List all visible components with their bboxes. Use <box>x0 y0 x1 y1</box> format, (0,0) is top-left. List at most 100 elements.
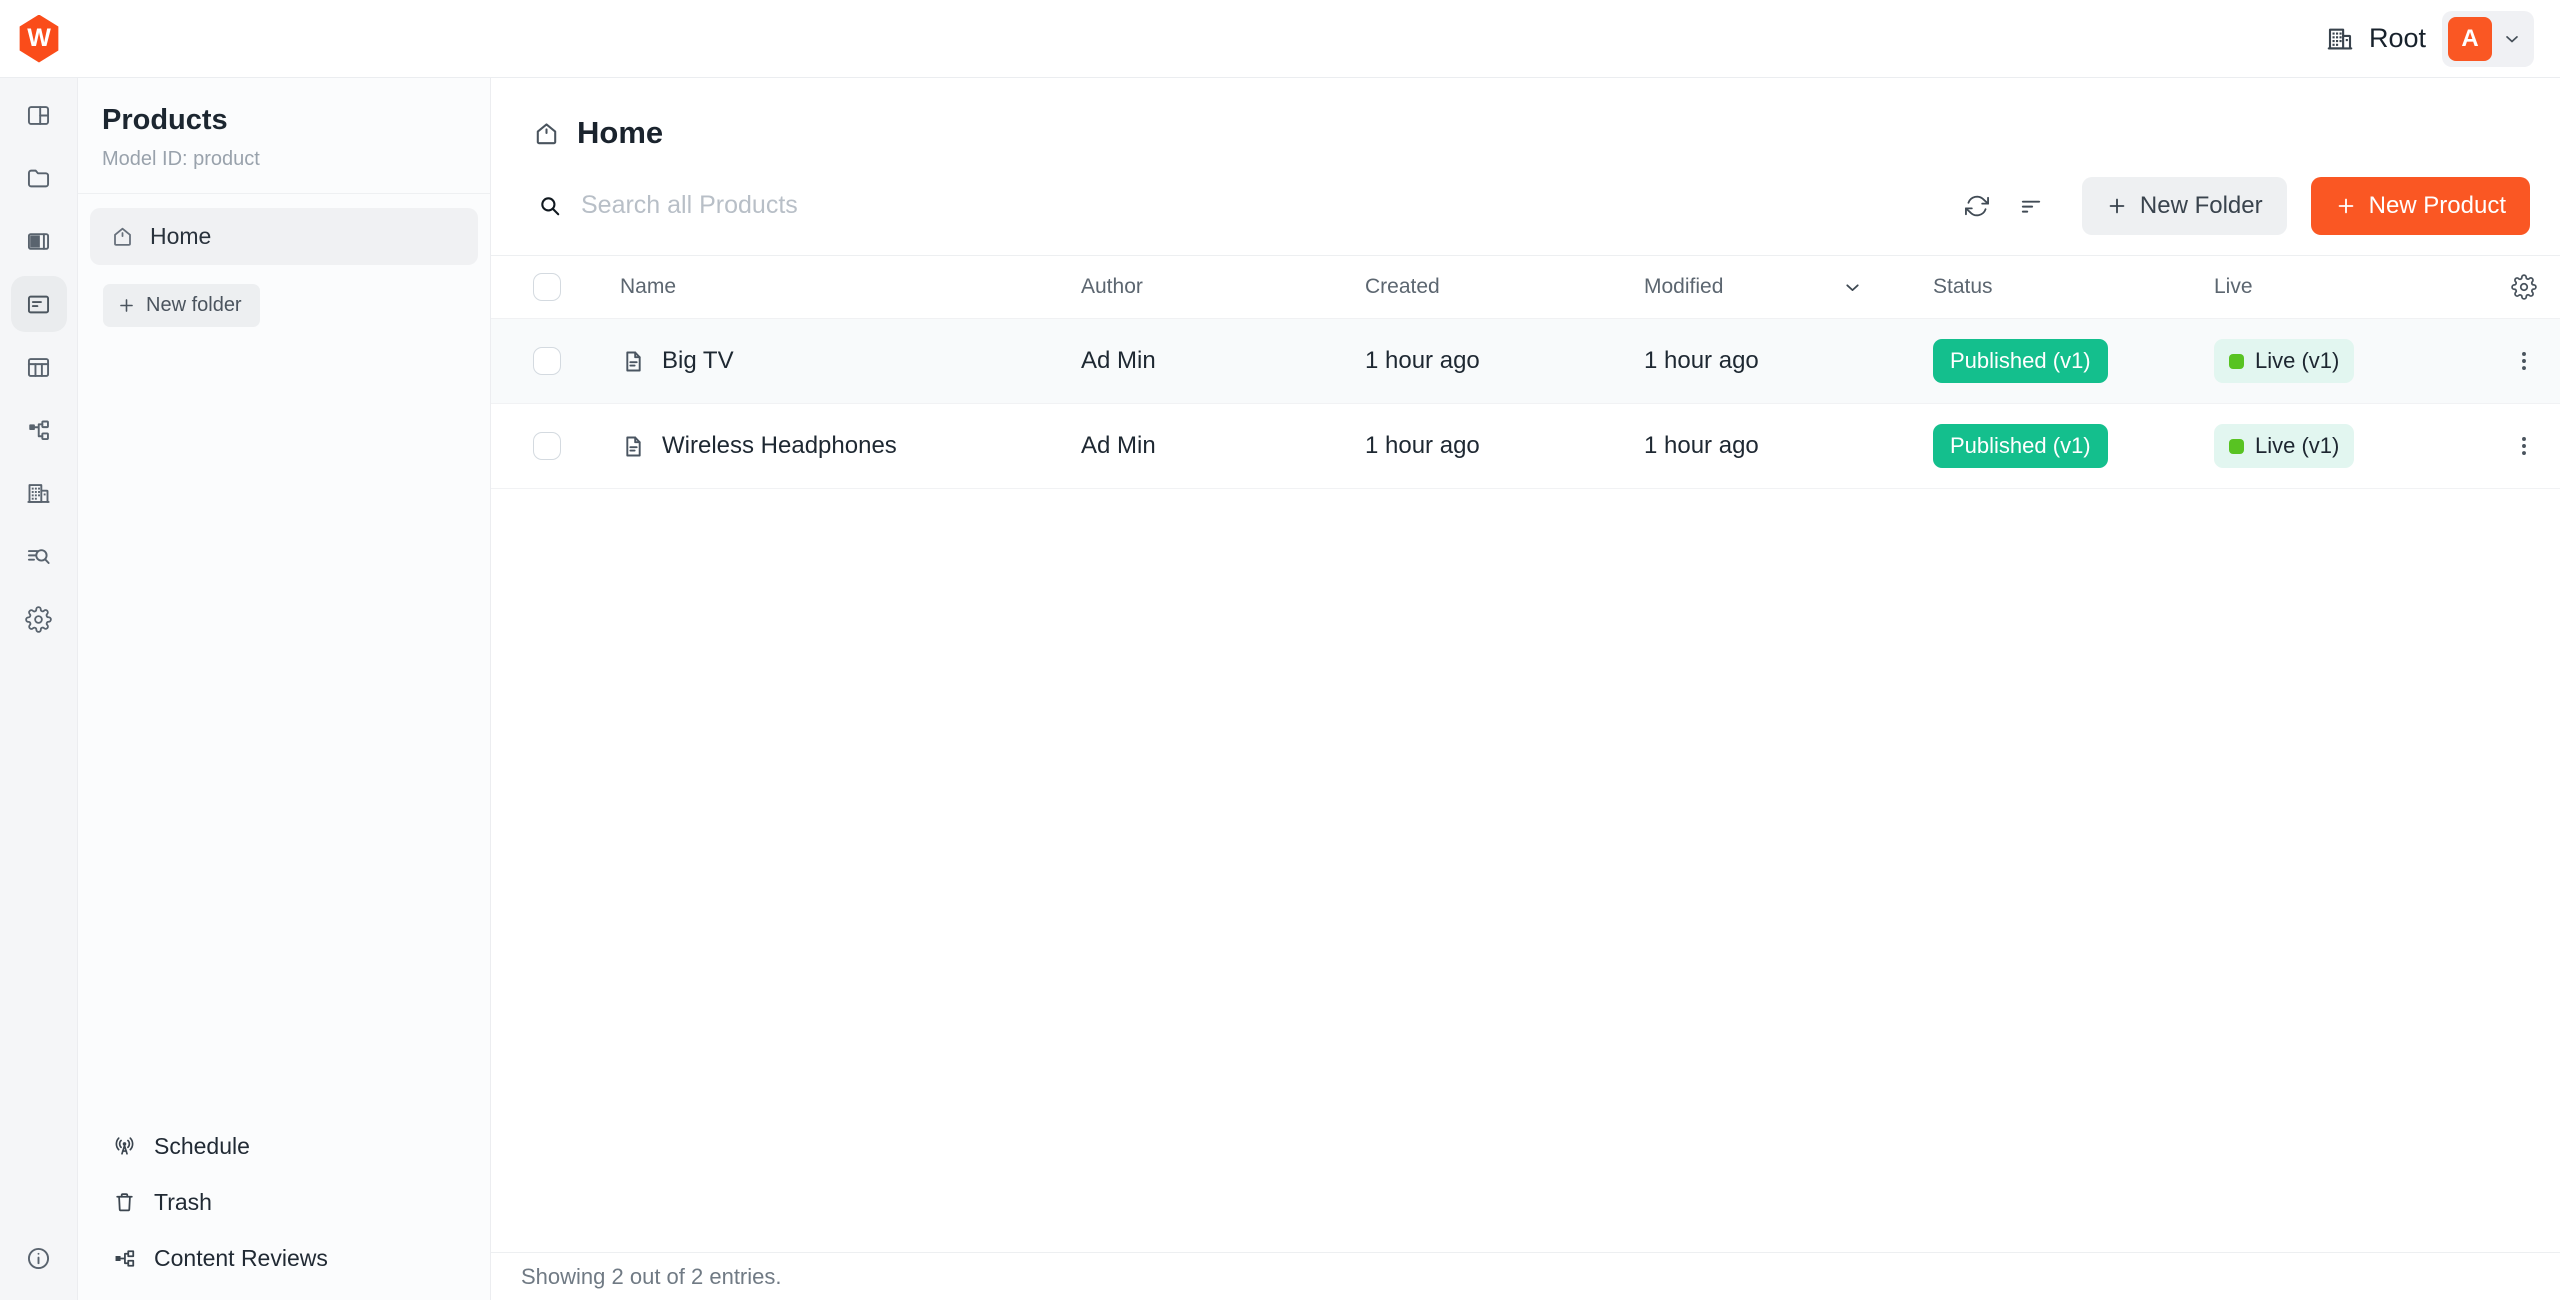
new-folder-button[interactable]: New Folder <box>2082 177 2287 235</box>
column-header-name[interactable]: Name <box>608 275 1069 299</box>
rail-item-tables[interactable] <box>11 339 67 395</box>
entry-live-cell: Live (v1) <box>2202 339 2499 383</box>
model-sidebar: Products Model ID: product Home New fold… <box>78 78 491 1300</box>
sidebar-panel-icon <box>25 228 52 255</box>
column-header-created[interactable]: Created <box>1353 275 1632 299</box>
plus-icon <box>2335 195 2357 217</box>
rail-item-info[interactable] <box>11 1230 67 1286</box>
live-dot <box>2229 439 2244 454</box>
column-header-status[interactable]: Status <box>1921 275 2202 299</box>
entry-status-cell: Published (v1) <box>1921 424 2202 468</box>
rail-item-folders[interactable] <box>11 150 67 206</box>
table-icon <box>25 354 52 381</box>
rail-item-entries-active[interactable] <box>11 276 67 332</box>
home-icon <box>532 119 561 148</box>
rail-item-audit-logs[interactable] <box>11 528 67 584</box>
sidebar-item-trash[interactable]: Trash <box>104 1174 478 1230</box>
sort-chevron-down-icon[interactable] <box>1842 277 1863 298</box>
select-all-checkbox[interactable] <box>533 273 561 301</box>
entry-name-cell[interactable]: Big TV <box>608 347 1069 375</box>
entry-modified: 1 hour ago <box>1632 432 1921 460</box>
status-badge: Published (v1) <box>1933 424 2108 468</box>
search-bar <box>537 191 1950 220</box>
schedule-label: Schedule <box>154 1133 250 1160</box>
table-row[interactable]: Wireless Headphones Ad Min 1 hour ago 1 … <box>491 404 2560 489</box>
entry-created: 1 hour ago <box>1353 347 1632 375</box>
table-header-checkbox-cell <box>491 273 608 301</box>
column-settings-button[interactable] <box>2511 274 2537 300</box>
row-checkbox[interactable] <box>533 432 561 460</box>
plus-icon <box>2106 195 2128 217</box>
new-product-button[interactable]: New Product <box>2311 177 2530 235</box>
icon-rail <box>0 78 78 1300</box>
chevron-down-icon <box>2502 29 2522 49</box>
column-header-modified[interactable]: Modified <box>1632 275 1921 299</box>
row-checkbox[interactable] <box>533 347 561 375</box>
workflow-icon <box>112 1246 137 1271</box>
live-badge-label: Live (v1) <box>2255 433 2339 459</box>
filter-button[interactable] <box>2004 179 2058 233</box>
tenant-selector[interactable]: Root <box>2325 23 2426 54</box>
model-title: Products <box>102 104 466 137</box>
rail-item-layout[interactable] <box>11 87 67 143</box>
refresh-button[interactable] <box>1950 179 2004 233</box>
tenant-label: Root <box>2369 23 2426 54</box>
model-id-subtitle: Model ID: product <box>102 148 466 171</box>
rail-item-tenants[interactable] <box>11 465 67 521</box>
table-header: Name Author Created Modified Status Live <box>491 256 2560 319</box>
home-icon <box>110 224 135 249</box>
building-icon <box>2325 24 2355 54</box>
sidebar-home-label: Home <box>150 223 211 250</box>
plus-icon <box>117 296 136 315</box>
entry-created: 1 hour ago <box>1353 432 1632 460</box>
filter-icon <box>2018 193 2044 219</box>
entry-author: Ad Min <box>1069 432 1353 460</box>
app-shell: Products Model ID: product Home New fold… <box>0 78 2560 1300</box>
building-icon <box>25 480 52 507</box>
column-header-live[interactable]: Live <box>2202 275 2499 299</box>
refresh-icon <box>1964 193 1990 219</box>
sidebar-item-content-reviews[interactable]: Content Reviews <box>104 1230 478 1286</box>
folder-icon <box>25 165 52 192</box>
new-folder-button-label: New Folder <box>2140 192 2263 220</box>
trash-icon <box>112 1190 137 1215</box>
rail-item-settings[interactable] <box>11 591 67 647</box>
live-badge-label: Live (v1) <box>2255 348 2339 374</box>
app-logo-letter: W <box>27 24 51 53</box>
info-icon <box>25 1245 52 1272</box>
app-logo[interactable]: W <box>17 15 61 63</box>
entries-count-text: Showing 2 out of 2 entries. <box>521 1264 782 1290</box>
table-row[interactable]: Big TV Ad Min 1 hour ago 1 hour ago Publ… <box>491 319 2560 404</box>
sidebar-item-schedule[interactable]: Schedule <box>104 1118 478 1174</box>
modified-label: Modified <box>1644 275 1723 299</box>
toolbar: New Folder New Product <box>491 156 2560 256</box>
sidebar-new-folder-button[interactable]: New folder <box>103 284 260 327</box>
row-checkbox-cell <box>491 347 608 375</box>
sidebar-new-folder-label: New folder <box>146 294 242 317</box>
live-badge: Live (v1) <box>2214 424 2354 468</box>
entry-live-cell: Live (v1) <box>2202 424 2499 468</box>
content-reviews-label: Content Reviews <box>154 1245 328 1272</box>
row-menu-button[interactable] <box>2511 348 2537 374</box>
search-icon <box>537 193 563 219</box>
sidebar-item-home[interactable]: Home <box>90 208 478 265</box>
status-badge: Published (v1) <box>1933 339 2108 383</box>
row-menu-button[interactable] <box>2511 433 2537 459</box>
kebab-menu-icon <box>2511 348 2537 374</box>
table-settings-cell <box>2499 274 2560 300</box>
broadcast-icon <box>112 1134 137 1159</box>
search-input[interactable] <box>581 191 1950 220</box>
page-heading: Home <box>491 78 2560 156</box>
top-bar-right: Root A <box>2325 11 2534 67</box>
sidebar-header: Products Model ID: product <box>78 78 490 194</box>
live-dot <box>2229 354 2244 369</box>
page-title: Home <box>577 115 663 151</box>
settings-gear-icon <box>2511 274 2537 300</box>
entry-name-cell[interactable]: Wireless Headphones <box>608 432 1069 460</box>
rail-item-page-builder[interactable] <box>11 213 67 269</box>
table-footer: Showing 2 out of 2 entries. <box>491 1252 2560 1300</box>
user-menu[interactable]: A <box>2442 11 2534 67</box>
main-panel: Home New Folder New Product <box>491 78 2560 1300</box>
column-header-author[interactable]: Author <box>1069 275 1353 299</box>
rail-item-flow[interactable] <box>11 402 67 458</box>
